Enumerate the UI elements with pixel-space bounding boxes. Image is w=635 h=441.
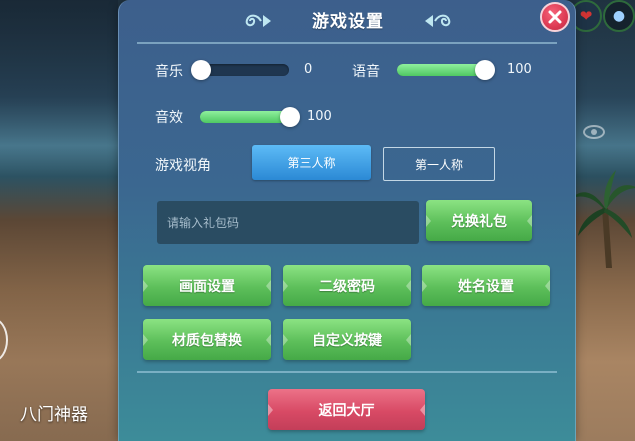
top-divider [137,42,557,44]
gift-code-input[interactable] [157,201,419,244]
third-person-button[interactable]: 第三人称 [252,145,371,180]
dialog-title: 游戏设置 [312,11,384,32]
title-bar: 游戏设置 [239,6,457,32]
ornament-icon [425,14,451,27]
first-person-button[interactable]: 第一人称 [383,147,495,181]
music-slider-thumb[interactable] [191,60,211,80]
secondary-password-button[interactable]: 二级密码 [283,265,411,306]
effects-slider-thumb[interactable] [280,107,300,127]
background-left [0,0,118,441]
voice-slider-thumb[interactable] [475,60,495,80]
ornament-icon [245,14,271,27]
close-button[interactable] [540,2,570,32]
close-icon [548,10,562,24]
texture-pack-button[interactable]: 材质包替换 [143,319,271,360]
redeem-gift-button[interactable]: 兑换礼包 [426,200,532,241]
effects-slider[interactable] [200,107,300,127]
hud-icon[interactable]: ● [603,0,635,32]
effects-label: 音效 [155,110,183,126]
effects-value: 100 [307,109,332,124]
eye-icon[interactable] [583,125,605,139]
voice-slider[interactable] [397,60,495,80]
voice-value: 100 [507,62,532,77]
music-label: 音乐 [155,64,183,80]
custom-keys-button[interactable]: 自定义按键 [283,319,411,360]
music-slider[interactable] [191,60,289,80]
name-settings-button[interactable]: 姓名设置 [422,265,550,306]
view-label: 游戏视角 [155,158,211,174]
graphics-settings-button[interactable]: 画面设置 [143,265,271,306]
voice-label: 语音 [352,64,380,80]
return-lobby-button[interactable]: 返回大厅 [268,389,425,430]
music-value: 0 [304,62,313,77]
palm-tree-icon [572,170,635,268]
bottom-divider [137,371,557,373]
watermark: 八门神器 [20,405,88,425]
